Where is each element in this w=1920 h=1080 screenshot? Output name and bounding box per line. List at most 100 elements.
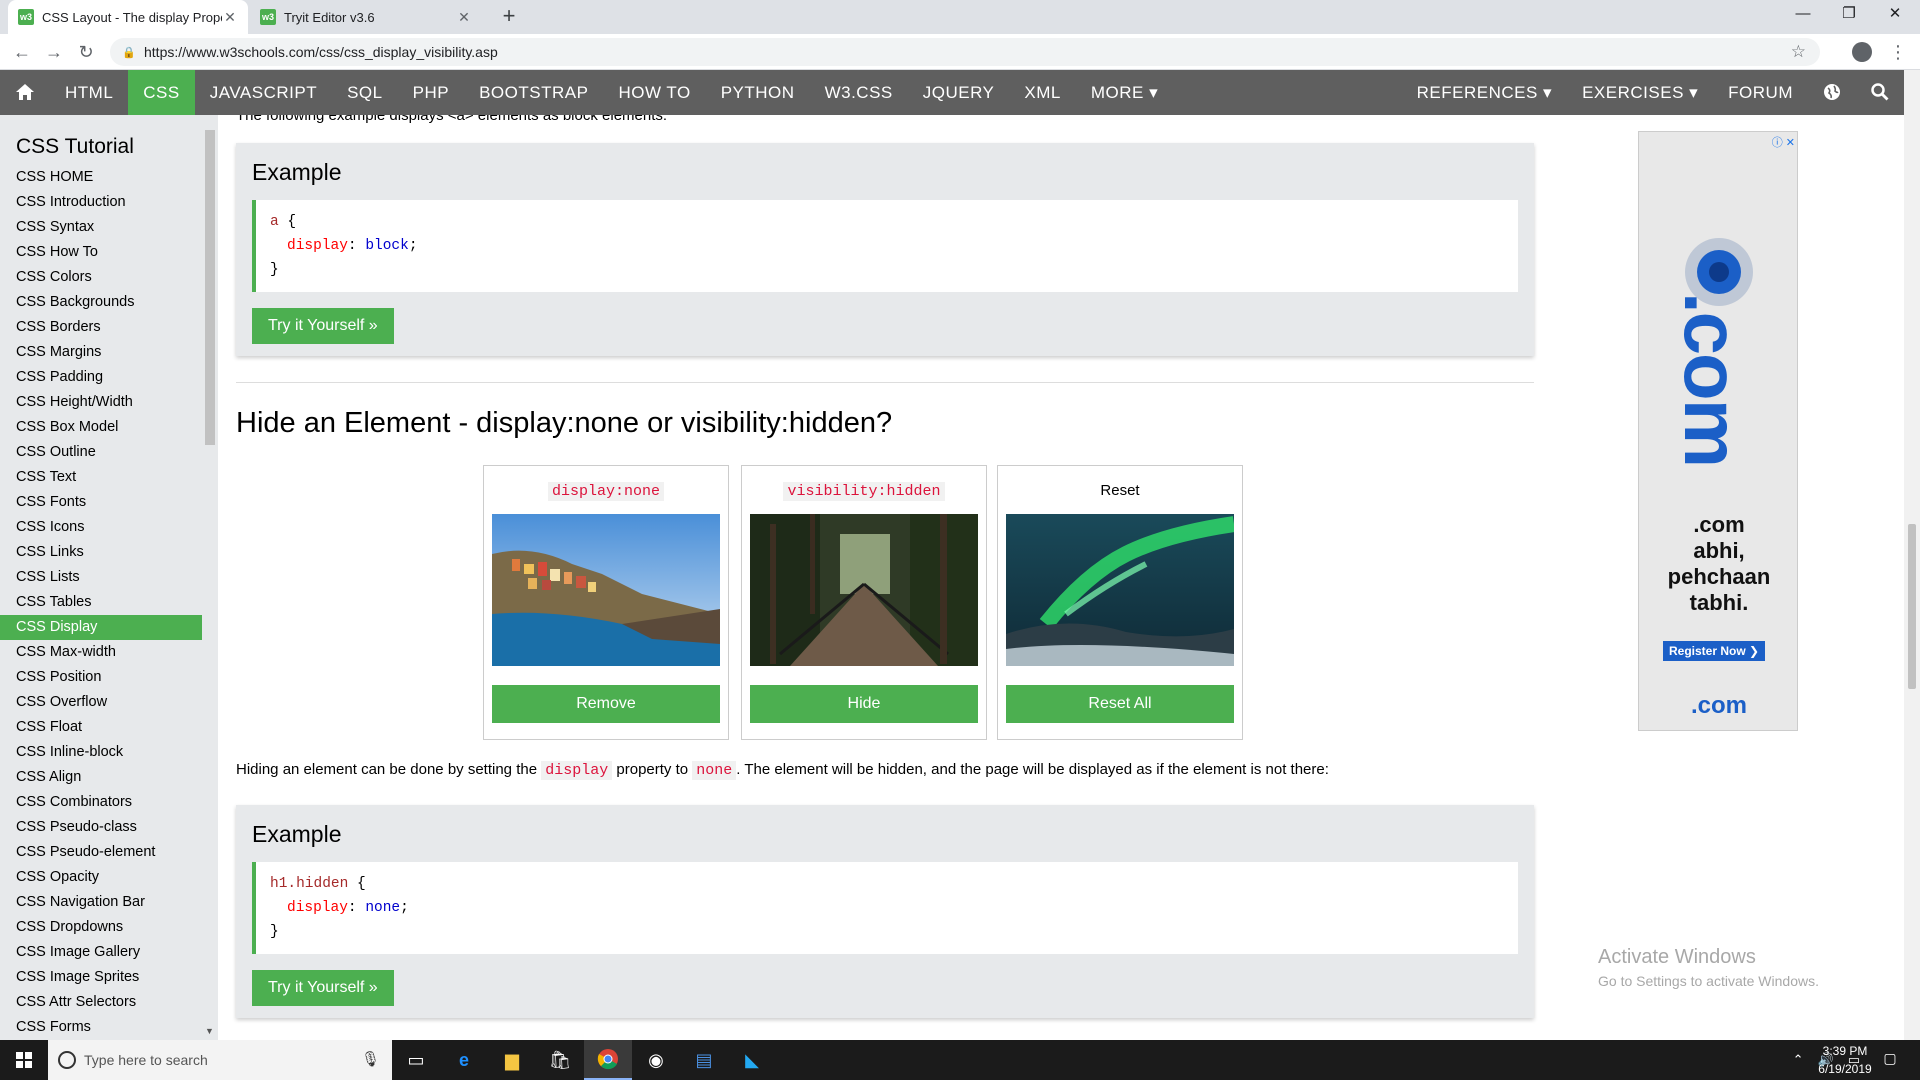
nav-xml[interactable]: XML [1009, 70, 1075, 115]
scroll-down-arrow-icon[interactable]: ▼ [205, 1026, 214, 1036]
nav-how-to[interactable]: HOW TO [603, 70, 705, 115]
sidebar-item[interactable]: CSS Attr Selectors [0, 990, 202, 1015]
sidebar-item[interactable]: CSS Navigation Bar [0, 890, 202, 915]
microphone-icon[interactable]: 🎙 [361, 1050, 380, 1068]
sidebar-item[interactable]: CSS Inline-block [0, 740, 202, 765]
sidebar-item[interactable]: CSS Overflow [0, 690, 202, 715]
sidebar-item[interactable]: CSS Margins [0, 340, 202, 365]
sidebar-item[interactable]: CSS How To [0, 240, 202, 265]
sidebar-item[interactable]: CSS Display [0, 615, 202, 640]
nav-forum[interactable]: FORUM [1713, 70, 1808, 115]
ad-choices-icon[interactable]: ⓘ ✕ [1772, 134, 1795, 150]
globe-icon[interactable] [1808, 70, 1856, 115]
nav-javascript[interactable]: JAVASCRIPT [195, 70, 332, 115]
sidebar-item[interactable]: CSS Float [0, 715, 202, 740]
nav-exercises[interactable]: EXERCISES ▾ [1567, 70, 1713, 115]
sidebar-item[interactable]: CSS Padding [0, 365, 202, 390]
page-scrollbar[interactable] [1904, 70, 1920, 1040]
register-now-button[interactable]: Register Now ❯ [1663, 641, 1766, 661]
sidebar-item[interactable]: CSS Icons [0, 515, 202, 540]
browser-toolbar: ← → ↻ 🔒 https://www.w3schools.com/css/cs… [0, 34, 1920, 70]
page-scrollbar-thumb[interactable] [1908, 524, 1916, 689]
nav-html[interactable]: HTML [50, 70, 128, 115]
home-icon[interactable] [0, 70, 50, 115]
taskbar-clock[interactable]: 3:39 PM 6/19/2019 [1810, 1042, 1880, 1078]
sidebar-item[interactable]: CSS Backgrounds [0, 290, 202, 315]
edge-browser-icon[interactable]: e [440, 1040, 488, 1080]
close-tab-icon[interactable]: ✕ [456, 9, 472, 26]
nav-css[interactable]: CSS [128, 70, 195, 115]
new-tab-button[interactable]: + [496, 4, 522, 30]
browser-menu-icon[interactable]: ⋮ [1888, 40, 1908, 64]
sidebar-item[interactable]: CSS Opacity [0, 865, 202, 890]
hide-button[interactable]: Hide [750, 685, 978, 723]
sidebar-item[interactable]: CSS Links [0, 540, 202, 565]
sidebar-item[interactable]: CSS Text [0, 465, 202, 490]
sidebar-item[interactable]: CSS HOME [0, 165, 202, 190]
advertisement[interactable]: ⓘ ✕ .com .com abhi, pehchaan tabhi. Regi… [1638, 131, 1798, 731]
sidebar-item[interactable]: CSS Lists [0, 565, 202, 590]
close-window-button[interactable]: ✕ [1872, 0, 1918, 30]
vscode-icon[interactable]: ◣ [728, 1040, 776, 1080]
try-it-yourself-button[interactable]: Try it Yourself » [252, 308, 394, 344]
nav-sql[interactable]: SQL [332, 70, 398, 115]
sidebar-item[interactable]: CSS Introduction [0, 190, 202, 215]
sidebar-item[interactable]: CSS Image Gallery [0, 940, 202, 965]
sidebar-scrollbar[interactable] [205, 130, 215, 445]
nav-references[interactable]: REFERENCES ▾ [1402, 70, 1567, 115]
reload-icon[interactable]: ↻ [74, 40, 98, 64]
try-it-yourself-button[interactable]: Try it Yourself » [252, 970, 394, 1006]
search-icon[interactable] [1856, 70, 1904, 115]
sidebar-item[interactable]: CSS Pseudo-class [0, 815, 202, 840]
file-explorer-icon[interactable]: ▆ [488, 1040, 536, 1080]
app-icon[interactable]: ◉ [632, 1040, 680, 1080]
code-block: a { display: block; } [252, 200, 1518, 292]
forward-icon[interactable]: → [42, 40, 66, 64]
notification-icon[interactable]: ▢ [1880, 1050, 1900, 1070]
sidebar-item[interactable]: CSS Height/Width [0, 390, 202, 415]
sidebar-item[interactable]: CSS Max-width [0, 640, 202, 665]
close-tab-icon[interactable]: ✕ [222, 9, 238, 26]
nav-w3css[interactable]: W3.CSS [810, 70, 908, 115]
sidebar-item[interactable]: CSS Syntax [0, 215, 202, 240]
ad-line: .com [1693, 512, 1745, 537]
back-icon[interactable]: ← [10, 40, 34, 64]
demo-label-reset: Reset [1100, 482, 1140, 499]
sidebar-item[interactable]: CSS Dropdowns [0, 915, 202, 940]
sidebar-item[interactable]: CSS Pseudo-element [0, 840, 202, 865]
task-view-icon[interactable]: ▭ [392, 1040, 440, 1080]
restore-window-button[interactable]: ❐ [1826, 0, 1872, 30]
document-icon[interactable]: ▤ [680, 1040, 728, 1080]
nav-php[interactable]: PHP [398, 70, 464, 115]
browser-tab-active[interactable]: w3 CSS Layout - The display Propert ✕ [8, 0, 248, 34]
sidebar-item[interactable]: CSS Colors [0, 265, 202, 290]
remove-button[interactable]: Remove [492, 685, 720, 723]
sidebar-item[interactable]: CSS Position [0, 665, 202, 690]
search-placeholder: Type here to search [84, 1052, 208, 1068]
nav-jquery[interactable]: JQUERY [908, 70, 1010, 115]
address-bar[interactable]: 🔒 https://www.w3schools.com/css/css_disp… [110, 38, 1820, 66]
nav-more[interactable]: MORE ▾ [1076, 70, 1173, 115]
sidebar-item[interactable]: CSS Align [0, 765, 202, 790]
minimize-window-button[interactable]: — [1780, 0, 1826, 30]
sidebar-item[interactable]: CSS Borders [0, 315, 202, 340]
nav-bootstrap[interactable]: BOOTSTRAP [464, 70, 603, 115]
sidebar-item[interactable]: CSS Tables [0, 590, 202, 615]
profile-avatar-icon[interactable] [1852, 42, 1872, 62]
bookmark-star-icon[interactable]: ☆ [1791, 42, 1806, 62]
sidebar-item[interactable]: CSS Fonts [0, 490, 202, 515]
reset-all-button[interactable]: Reset All [1006, 685, 1234, 723]
sidebar-item[interactable]: CSS Image Sprites [0, 965, 202, 990]
sidebar-item[interactable]: CSS Outline [0, 440, 202, 465]
sidebar-item[interactable]: CSS Combinators [0, 790, 202, 815]
sidebar-title: CSS Tutorial [16, 135, 134, 158]
nav-python[interactable]: PYTHON [706, 70, 810, 115]
store-icon[interactable]: 🛍 [536, 1040, 584, 1080]
sidebar-item[interactable]: CSS Box Model [0, 415, 202, 440]
chevron-up-icon[interactable]: ⌃ [1793, 1052, 1804, 1068]
taskbar-search-input[interactable]: Type here to search 🎙 [48, 1040, 392, 1080]
browser-tab-inactive[interactable]: w3 Tryit Editor v3.6 ✕ [250, 0, 482, 34]
sidebar-item[interactable]: CSS Forms [0, 1015, 202, 1040]
chrome-icon[interactable] [584, 1040, 632, 1080]
windows-start-icon[interactable] [0, 1040, 48, 1080]
